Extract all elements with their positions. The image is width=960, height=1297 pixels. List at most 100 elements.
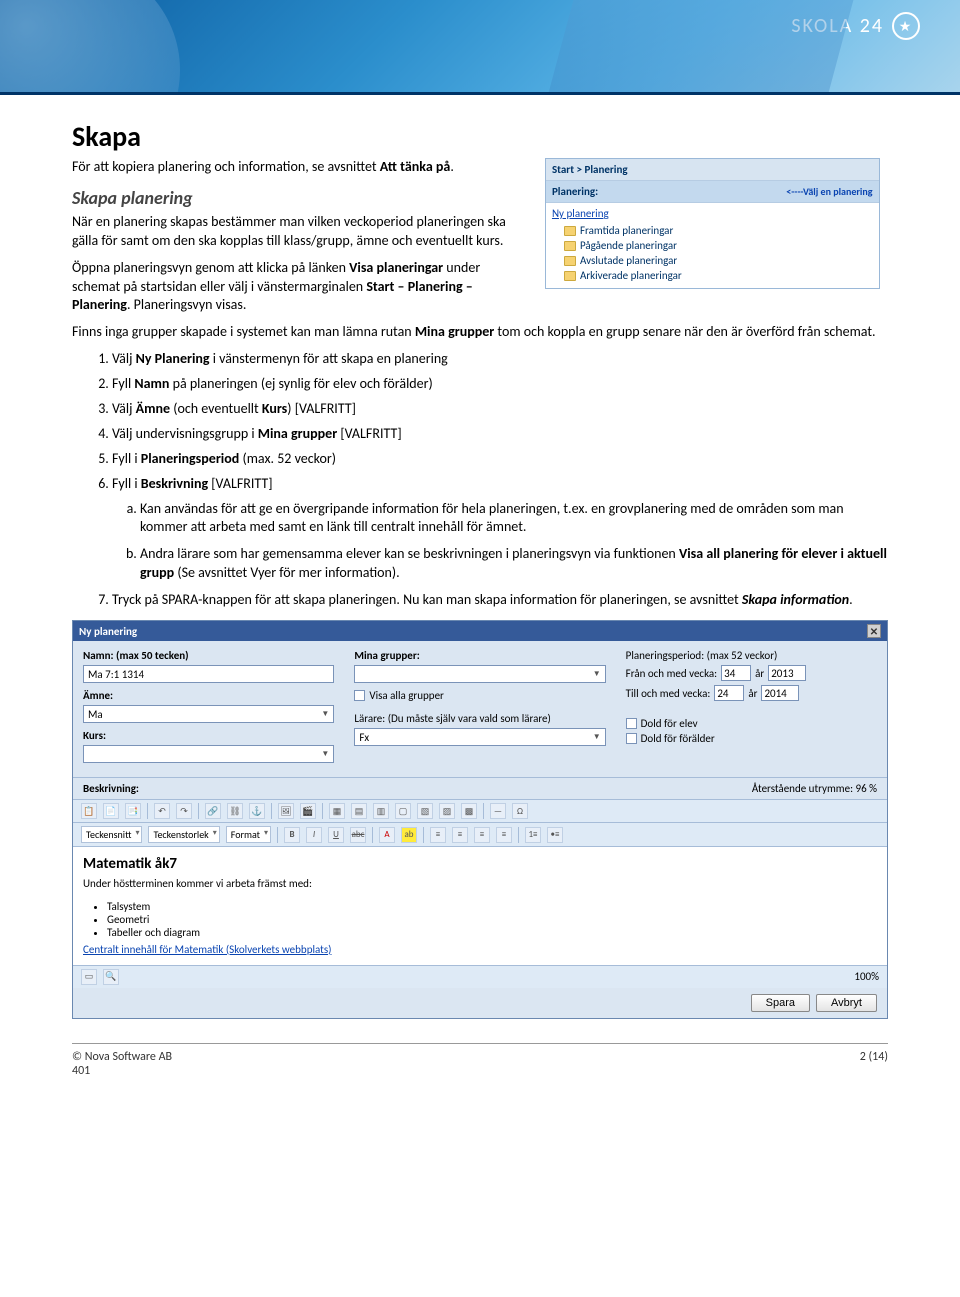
- to-week-field[interactable]: 24: [714, 685, 744, 701]
- period-label: Planeringsperiod: (max 52 veckor): [626, 649, 877, 662]
- intro-p3: Öppna planeringsvyn genom att klicka på …: [72, 259, 529, 316]
- editor-title: Ny planering: [79, 625, 137, 638]
- tb-icon[interactable]: ▢: [395, 803, 411, 819]
- intro-p4: Finns inga grupper skapade i systemet ka…: [72, 323, 888, 342]
- italic-icon[interactable]: I: [306, 827, 322, 843]
- redo-icon[interactable]: ↷: [176, 803, 192, 819]
- main-ordered-list: Välj Ny Planering i vänstermenyn för att…: [72, 350, 888, 610]
- tb-icon[interactable]: ▧: [417, 803, 433, 819]
- footer-code: 401: [72, 1064, 172, 1078]
- rte-link[interactable]: Centralt innehåll för Matematik (Skolver…: [83, 943, 331, 956]
- image-icon[interactable]: 🖼: [278, 803, 294, 819]
- list-item: Välj Ny Planering i vänstermenyn för att…: [112, 350, 888, 369]
- minagrupper-label: Mina grupper:: [354, 649, 605, 662]
- page-footer: © Nova Software AB 401 2 (14): [72, 1043, 888, 1096]
- folder-item[interactable]: Avslutade planeringar: [564, 254, 873, 267]
- rte-footer: ▭ 🔍 100%: [73, 965, 887, 988]
- save-button[interactable]: Spara: [751, 994, 810, 1012]
- copyright: © Nova Software AB: [72, 1050, 172, 1064]
- dold-elev-checkbox[interactable]: Dold för elev: [626, 717, 877, 730]
- folder-icon: [564, 241, 576, 251]
- from-year-field[interactable]: 2013: [768, 665, 806, 681]
- bold-icon[interactable]: B: [284, 827, 300, 843]
- rte-list: Talsystem Geometri Tabeller och diagram: [83, 900, 877, 939]
- underline-icon[interactable]: U: [328, 827, 344, 843]
- close-icon[interactable]: ✕: [867, 624, 881, 638]
- font-size-select[interactable]: Teckenstorlek: [148, 826, 219, 843]
- folder-icon: [564, 271, 576, 281]
- media-icon[interactable]: 🎬: [300, 803, 316, 819]
- folder-icon: [564, 256, 576, 266]
- format-select[interactable]: Format: [226, 826, 271, 843]
- larare-select[interactable]: Fx▼: [354, 728, 605, 746]
- ul-icon[interactable]: •≡: [547, 827, 563, 843]
- unlink-icon[interactable]: ⛓: [227, 803, 243, 819]
- list-item: Tryck på SPARA-knappen för att skapa pla…: [112, 591, 888, 610]
- strike-icon[interactable]: abc: [350, 827, 366, 843]
- to-week-row: Till och med vecka: 24 år 2014: [626, 685, 877, 701]
- brand-star-icon: ★: [892, 12, 920, 40]
- minagrupper-select[interactable]: ▼: [354, 665, 605, 683]
- forecolor-icon[interactable]: A: [379, 827, 395, 843]
- tb-icon[interactable]: ▩: [461, 803, 477, 819]
- dold-foralder-checkbox[interactable]: Dold för förälder: [626, 732, 877, 745]
- align-center-icon[interactable]: ≡: [452, 827, 468, 843]
- tb-icon[interactable]: ▨: [439, 803, 455, 819]
- tb-icon[interactable]: 📋: [81, 803, 97, 819]
- hr-icon[interactable]: —: [490, 803, 506, 819]
- chevron-down-icon: ▼: [321, 749, 329, 759]
- kurs-label: Kurs:: [83, 729, 334, 742]
- to-year-field[interactable]: 2014: [761, 685, 799, 701]
- tb-icon[interactable]: 📄: [103, 803, 119, 819]
- new-planning-link[interactable]: Ny planering: [552, 207, 873, 220]
- tb-icon[interactable]: ▤: [351, 803, 367, 819]
- list-item: Fyll i Planeringsperiod (max. 52 veckor): [112, 450, 888, 469]
- folder-item[interactable]: Arkiverade planeringar: [564, 269, 873, 282]
- backcolor-icon[interactable]: ab: [401, 827, 417, 843]
- larare-label: Lärare: (Du måste själv vara vald som lä…: [354, 712, 605, 725]
- anchor-icon[interactable]: ⚓: [249, 803, 265, 819]
- tb-icon[interactable]: 📑: [125, 803, 141, 819]
- editor-titlebar: Ny planering ✕: [73, 621, 887, 641]
- list-item: Andra lärare som har gemensamma elever k…: [140, 545, 888, 583]
- cancel-button[interactable]: Avbryt: [816, 994, 877, 1012]
- html-view-icon[interactable]: ▭: [81, 969, 97, 985]
- font-family-select[interactable]: Teckensnitt: [81, 826, 142, 843]
- side-panel: Start > Planering Planering: <----Välj e…: [545, 158, 880, 289]
- kurs-select[interactable]: ▼: [83, 745, 334, 763]
- intro-p1: För att kopiera planering och informatio…: [72, 158, 529, 177]
- ol-icon[interactable]: 1≡: [525, 827, 541, 843]
- folder-item[interactable]: Pågående planeringar: [564, 239, 873, 252]
- search-icon[interactable]: 🔍: [103, 969, 119, 985]
- checkbox-icon: [626, 718, 637, 729]
- chevron-down-icon: ▼: [593, 732, 601, 742]
- from-week-row: Från och med vecka: 34 år 2013: [626, 665, 877, 681]
- breadcrumb: Start > Planering: [546, 159, 879, 181]
- brand-logo: SKOLA 24 ★: [791, 12, 920, 40]
- from-week-field[interactable]: 34: [721, 665, 751, 681]
- folder-item[interactable]: Framtida planeringar: [564, 224, 873, 237]
- table-icon[interactable]: ▦: [329, 803, 345, 819]
- checkbox-icon: [626, 733, 637, 744]
- align-left-icon[interactable]: ≡: [430, 827, 446, 843]
- align-right-icon[interactable]: ≡: [474, 827, 490, 843]
- rte-toolbar-1: 📋 📄 📑 ↶ ↷ 🔗 ⛓ ⚓ 🖼 🎬 ▦ ▤ ▥ ▢ ▧ ▨ ▩ — Ω: [73, 800, 887, 823]
- page-title: Skapa: [72, 119, 888, 154]
- amne-select[interactable]: Ma▼: [83, 705, 334, 723]
- list-item: Välj Ämne (och eventuellt Kurs) [VALFRIT…: [112, 400, 888, 419]
- align-justify-icon[interactable]: ≡: [496, 827, 512, 843]
- charmap-icon[interactable]: Ω: [512, 803, 528, 819]
- zoom-level: 100%: [854, 970, 879, 983]
- list-item: Fyll i Beskrivning [VALFRITT] Kan använd…: [112, 475, 888, 583]
- rte-list-item: Talsystem: [107, 900, 877, 913]
- panel-hint: <----Välj en planering: [786, 185, 872, 198]
- list-item: Fyll Namn på planeringen (ej synlig för …: [112, 375, 888, 394]
- visa-alla-checkbox[interactable]: Visa alla grupper: [354, 689, 605, 702]
- rte-editor[interactable]: Matematik åk7 Under höstterminen kommer …: [73, 847, 887, 965]
- namn-field[interactable]: Ma 7:1 1314: [83, 665, 334, 683]
- tb-icon[interactable]: ▥: [373, 803, 389, 819]
- rte-heading: Matematik åk7: [83, 855, 877, 873]
- undo-icon[interactable]: ↶: [154, 803, 170, 819]
- link-icon[interactable]: 🔗: [205, 803, 221, 819]
- folder-icon: [564, 226, 576, 236]
